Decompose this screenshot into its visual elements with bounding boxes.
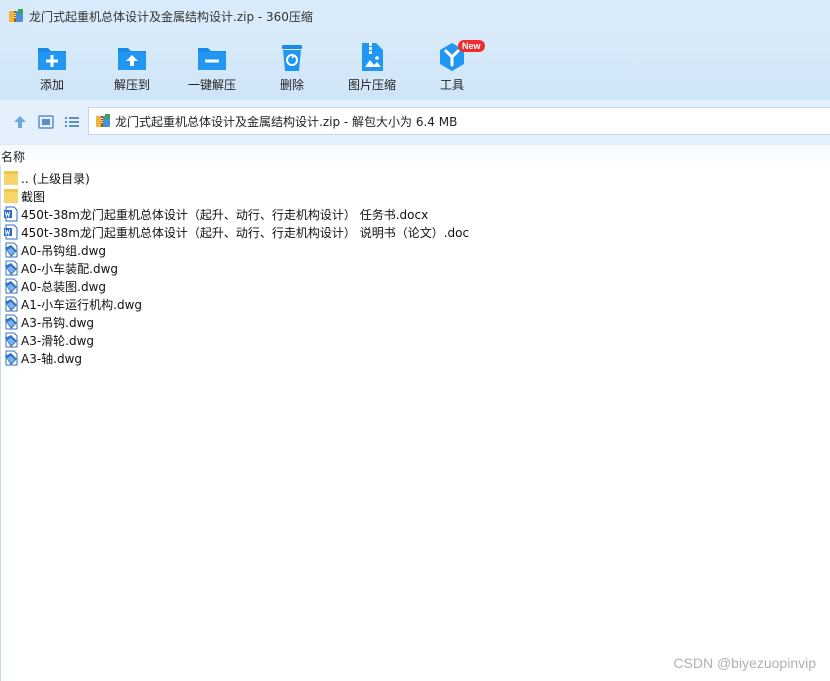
zip-archive-icon	[9, 9, 23, 22]
dwg-file-icon	[5, 350, 18, 366]
image-compress-label: 图片压缩	[347, 78, 396, 92]
column-name-header[interactable]: 名称	[1, 148, 25, 165]
dwg-file-icon	[5, 260, 18, 276]
zip-archive-icon	[96, 114, 110, 127]
folder-icon	[4, 189, 18, 203]
delete-button[interactable]: 删除	[252, 40, 332, 98]
file-name: A1-小车运行机构.dwg	[21, 297, 143, 312]
file-name: A0-吊钩组.dwg	[21, 243, 107, 258]
folder-icon	[4, 171, 18, 185]
image-compress-button[interactable]: 图片压缩	[332, 40, 412, 98]
navigation-bar: 龙门式起重机总体设计及金属结构设计.zip - 解包大小为 6.4 MB	[0, 100, 830, 144]
list-item[interactable]: A0-小车装配.dwg	[0, 259, 830, 277]
list-item[interactable]: A3-滑轮.dwg	[0, 331, 830, 349]
image-compress-icon	[362, 43, 383, 71]
delete-label: 删除	[279, 78, 304, 92]
one-click-extract-label: 一键解压	[187, 78, 236, 92]
one-click-extract-button[interactable]: 一键解压	[172, 40, 252, 98]
dwg-file-icon	[5, 242, 18, 258]
tools-button[interactable]: New 工具	[412, 40, 492, 98]
dwg-file-icon	[5, 278, 18, 294]
word-document-icon	[4, 206, 18, 222]
dwg-file-icon	[5, 332, 18, 348]
file-name: 450t-38m龙门起重机总体设计（起升、动行、行走机构设计） 说明书（论文）.…	[21, 225, 470, 240]
one-click-extract-icon	[198, 48, 226, 70]
file-list: .. (上级目录) 截图 450t-38m龙门起重机总体设计（起升、动行、行走机…	[0, 169, 830, 367]
delete-icon	[282, 45, 302, 71]
tools-label: 工具	[439, 78, 464, 92]
extract-to-button[interactable]: 解压到	[92, 40, 172, 98]
dwg-file-icon	[5, 296, 18, 312]
file-name: 450t-38m龙门起重机总体设计（起升、动行、行走机构设计） 任务书.docx	[21, 207, 429, 222]
extract-to-icon	[118, 48, 146, 70]
address-bar[interactable]: 龙门式起重机总体设计及金属结构设计.zip - 解包大小为 6.4 MB	[88, 107, 830, 135]
title-bar: 龙门式起重机总体设计及金属结构设计.zip - 360压缩	[0, 0, 830, 32]
word-document-icon	[4, 224, 18, 240]
file-name: A3-吊钩.dwg	[21, 315, 95, 330]
file-name: A3-轴.dwg	[21, 351, 83, 366]
dwg-file-icon	[5, 314, 18, 330]
add-label: 添加	[39, 78, 64, 92]
file-name: 截图	[21, 189, 46, 204]
toolbar: 添加 解压到 一键解压 删除 图片压缩 New 工具	[0, 32, 830, 100]
new-badge: New	[458, 40, 485, 52]
address-path: 龙门式起重机总体设计及金属结构设计.zip - 解包大小为 6.4 MB	[115, 114, 458, 129]
list-item[interactable]: A0-吊钩组.dwg	[0, 241, 830, 259]
list-item[interactable]: A1-小车运行机构.dwg	[0, 295, 830, 313]
file-name: A0-小车装配.dwg	[21, 261, 119, 276]
file-name: A0-总装图.dwg	[21, 279, 107, 294]
column-header: 名称	[0, 144, 830, 166]
file-name: A3-滑轮.dwg	[21, 333, 95, 348]
add-icon	[38, 48, 66, 70]
window-title: 龙门式起重机总体设计及金属结构设计.zip - 360压缩	[29, 9, 313, 24]
thumbnail-view-icon[interactable]	[37, 113, 55, 131]
list-item-parent-directory[interactable]: .. (上级目录)	[0, 169, 830, 187]
list-view-icon[interactable]	[63, 113, 81, 131]
app-window: 龙门式起重机总体设计及金属结构设计.zip - 360压缩 添加 解压到 一键解…	[0, 0, 830, 681]
watermark: CSDN @biyezuopinvip	[673, 655, 816, 671]
list-item[interactable]: 截图	[0, 187, 830, 205]
extract-to-label: 解压到	[113, 78, 150, 92]
list-item[interactable]: A3-轴.dwg	[0, 349, 830, 367]
file-name: .. (上级目录)	[21, 171, 90, 186]
list-item[interactable]: 450t-38m龙门起重机总体设计（起升、动行、行走机构设计） 说明书（论文）.…	[0, 223, 830, 241]
list-item[interactable]: 450t-38m龙门起重机总体设计（起升、动行、行走机构设计） 任务书.docx	[0, 205, 830, 223]
add-button[interactable]: 添加	[12, 40, 92, 98]
up-arrow-icon[interactable]	[11, 113, 29, 131]
list-item[interactable]: A0-总装图.dwg	[0, 277, 830, 295]
list-item[interactable]: A3-吊钩.dwg	[0, 313, 830, 331]
